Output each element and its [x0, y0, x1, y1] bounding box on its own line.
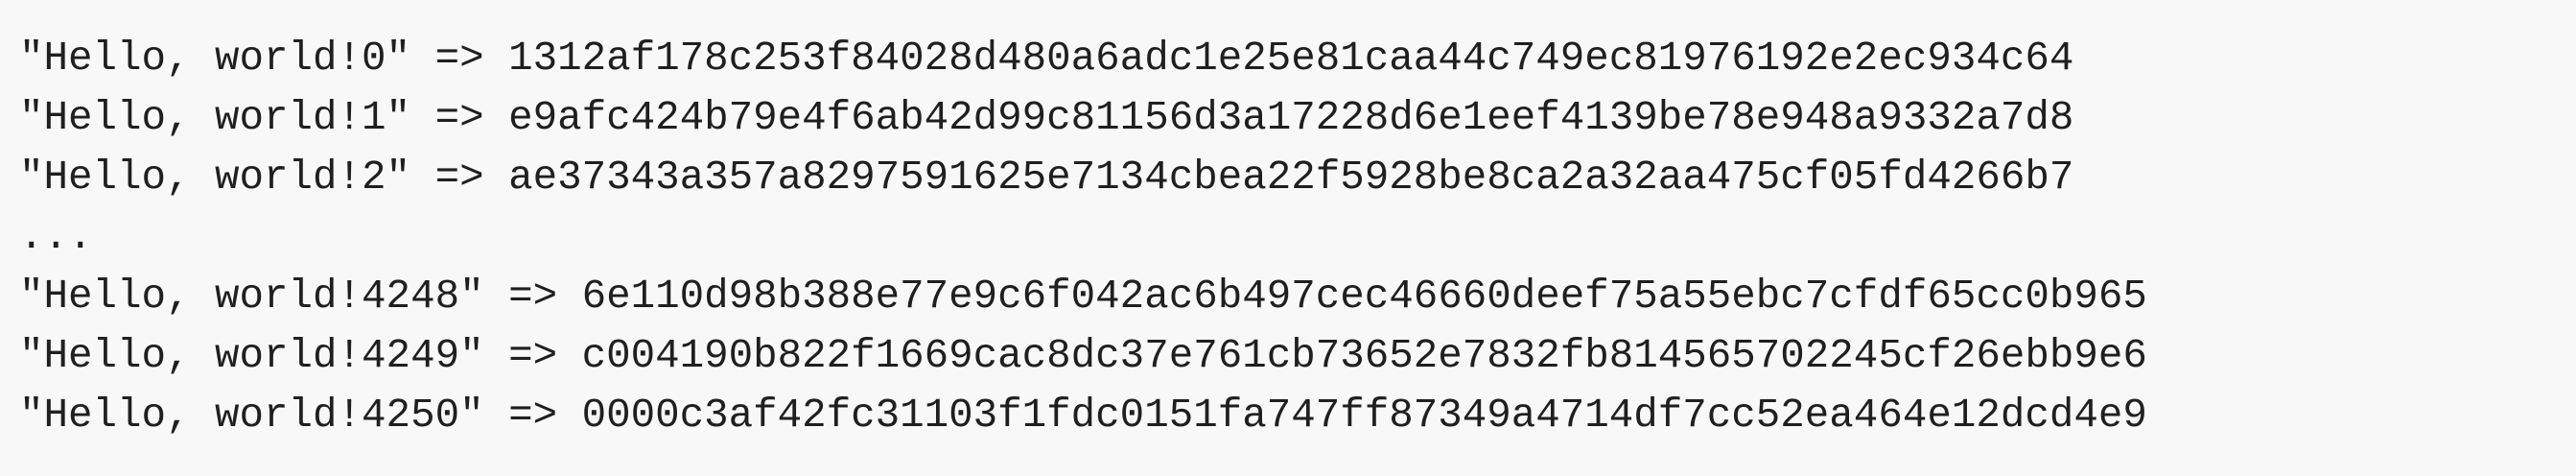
code-line-hello-world-4249: "Hello, world!4249" => c004190b822f1669c…: [19, 333, 2147, 379]
code-line-hello-world-4248: "Hello, world!4248" => 6e110d98b388e77e9…: [19, 274, 2147, 320]
code-line-ellipsis: ...: [19, 214, 93, 260]
code-line-hello-world-4250: "Hello, world!4250" => 0000c3af42fc31103…: [19, 393, 2147, 439]
code-block: "Hello, world!0" => 1312af178c253f84028d…: [0, 0, 2576, 476]
code-line-hello-world-0: "Hello, world!0" => 1312af178c253f84028d…: [19, 36, 2074, 82]
code-line-hello-world-2: "Hello, world!2" => ae37343a357a82975916…: [19, 155, 2074, 201]
code-line-hello-world-1: "Hello, world!1" => e9afc424b79e4f6ab42d…: [19, 95, 2074, 141]
